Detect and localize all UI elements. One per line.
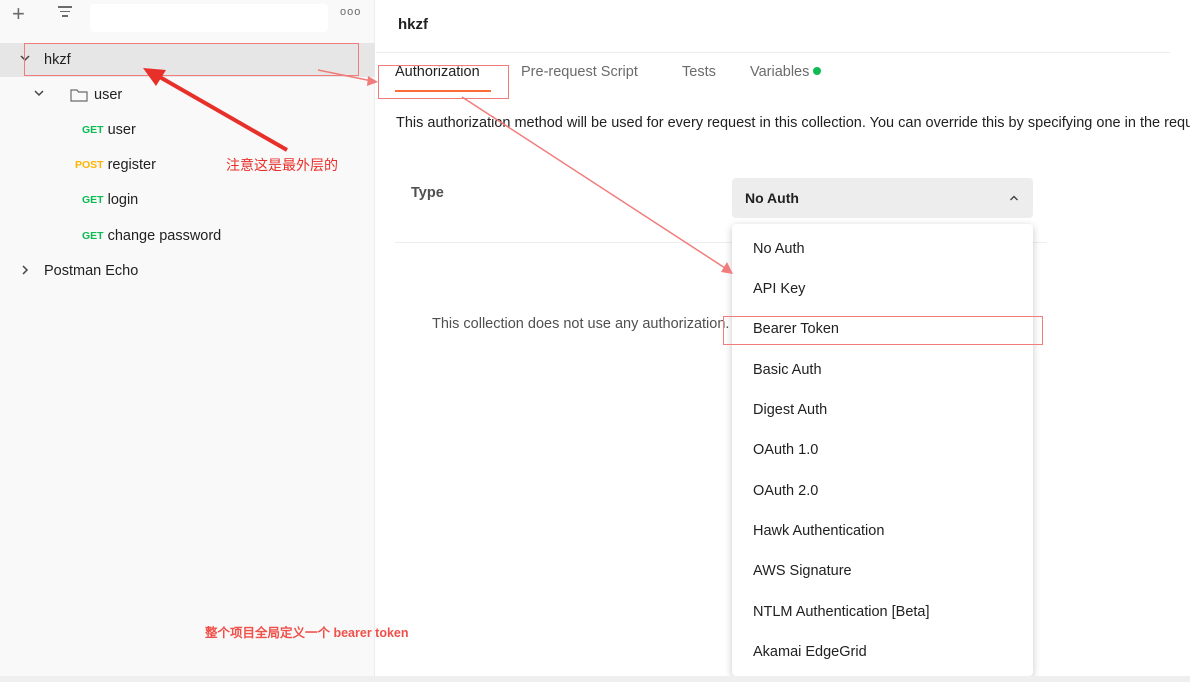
filter-icon[interactable] [58,6,72,20]
request-get-user[interactable]: GET user [0,113,375,147]
annotation-global-note: 整个项目全局定义一个 bearer token [205,626,409,640]
chevron-up-icon [1009,190,1019,201]
option-aws-signature[interactable]: AWS Signature [753,563,852,579]
folder-user[interactable]: user [0,78,375,112]
auth-type-dropdown: No Auth API Key Bearer Token Basic Auth … [732,224,1033,676]
annotation-outermost-note: 注意这是最外层的 [226,157,338,173]
request-name: user [107,122,136,138]
divider [376,52,1170,53]
option-oauth-1[interactable]: OAuth 1.0 [753,442,818,458]
more-options-icon[interactable]: ooo [340,6,361,18]
collection-postman-echo[interactable]: Postman Echo [0,254,375,288]
sidebar-toolbar: + ooo [0,0,375,40]
auth-description: This authorization method will be used f… [396,115,1190,131]
chevron-down-icon[interactable] [33,87,45,102]
method-badge: GET [82,194,104,206]
no-auth-message: This collection does not use any authori… [432,316,730,332]
add-icon[interactable]: + [12,2,25,26]
bottom-bar [0,676,1190,682]
page-title: hkzf [398,16,428,33]
request-get-change-password[interactable]: GET change password [0,219,375,253]
auth-type-value: No Auth [745,190,799,206]
tab-variables[interactable]: Variables [750,64,822,80]
option-api-key[interactable]: API Key [753,281,805,297]
annotation-box-auth-tab [378,65,509,99]
annotation-box-bearer-token [723,316,1043,345]
request-name: login [107,192,139,208]
chevron-right-icon[interactable] [19,264,31,279]
method-badge: GET [82,124,104,136]
option-akamai-edgegrid[interactable]: Akamai EdgeGrid [753,644,867,660]
folder-name: user [94,87,123,103]
option-ntlm-authentication[interactable]: NTLM Authentication [Beta] [753,604,930,620]
option-basic-auth[interactable]: Basic Auth [753,362,822,378]
tab-tests[interactable]: Tests [682,64,716,80]
method-badge: GET [82,230,104,242]
sidebar: + ooo hkzf user GET user POST register G… [0,0,375,682]
collection-name: Postman Echo [44,263,139,279]
auth-type-select[interactable]: No Auth [732,178,1033,218]
option-no-auth[interactable]: No Auth [753,241,805,257]
type-label: Type [411,185,444,201]
annotation-box-collection [24,43,359,76]
request-name: change password [107,228,222,244]
method-badge: POST [75,159,104,171]
tab-pre-request-script[interactable]: Pre-request Script [521,64,638,80]
sidebar-search-input[interactable] [90,4,328,32]
request-name: register [107,157,156,173]
tab-variables-label: Variables [750,64,810,80]
folder-icon [70,88,88,102]
option-hawk-authentication[interactable]: Hawk Authentication [753,523,884,539]
status-dot-icon [813,67,822,75]
request-get-login[interactable]: GET login [0,183,375,217]
option-digest-auth[interactable]: Digest Auth [753,402,827,418]
option-oauth-2[interactable]: OAuth 2.0 [753,483,818,499]
